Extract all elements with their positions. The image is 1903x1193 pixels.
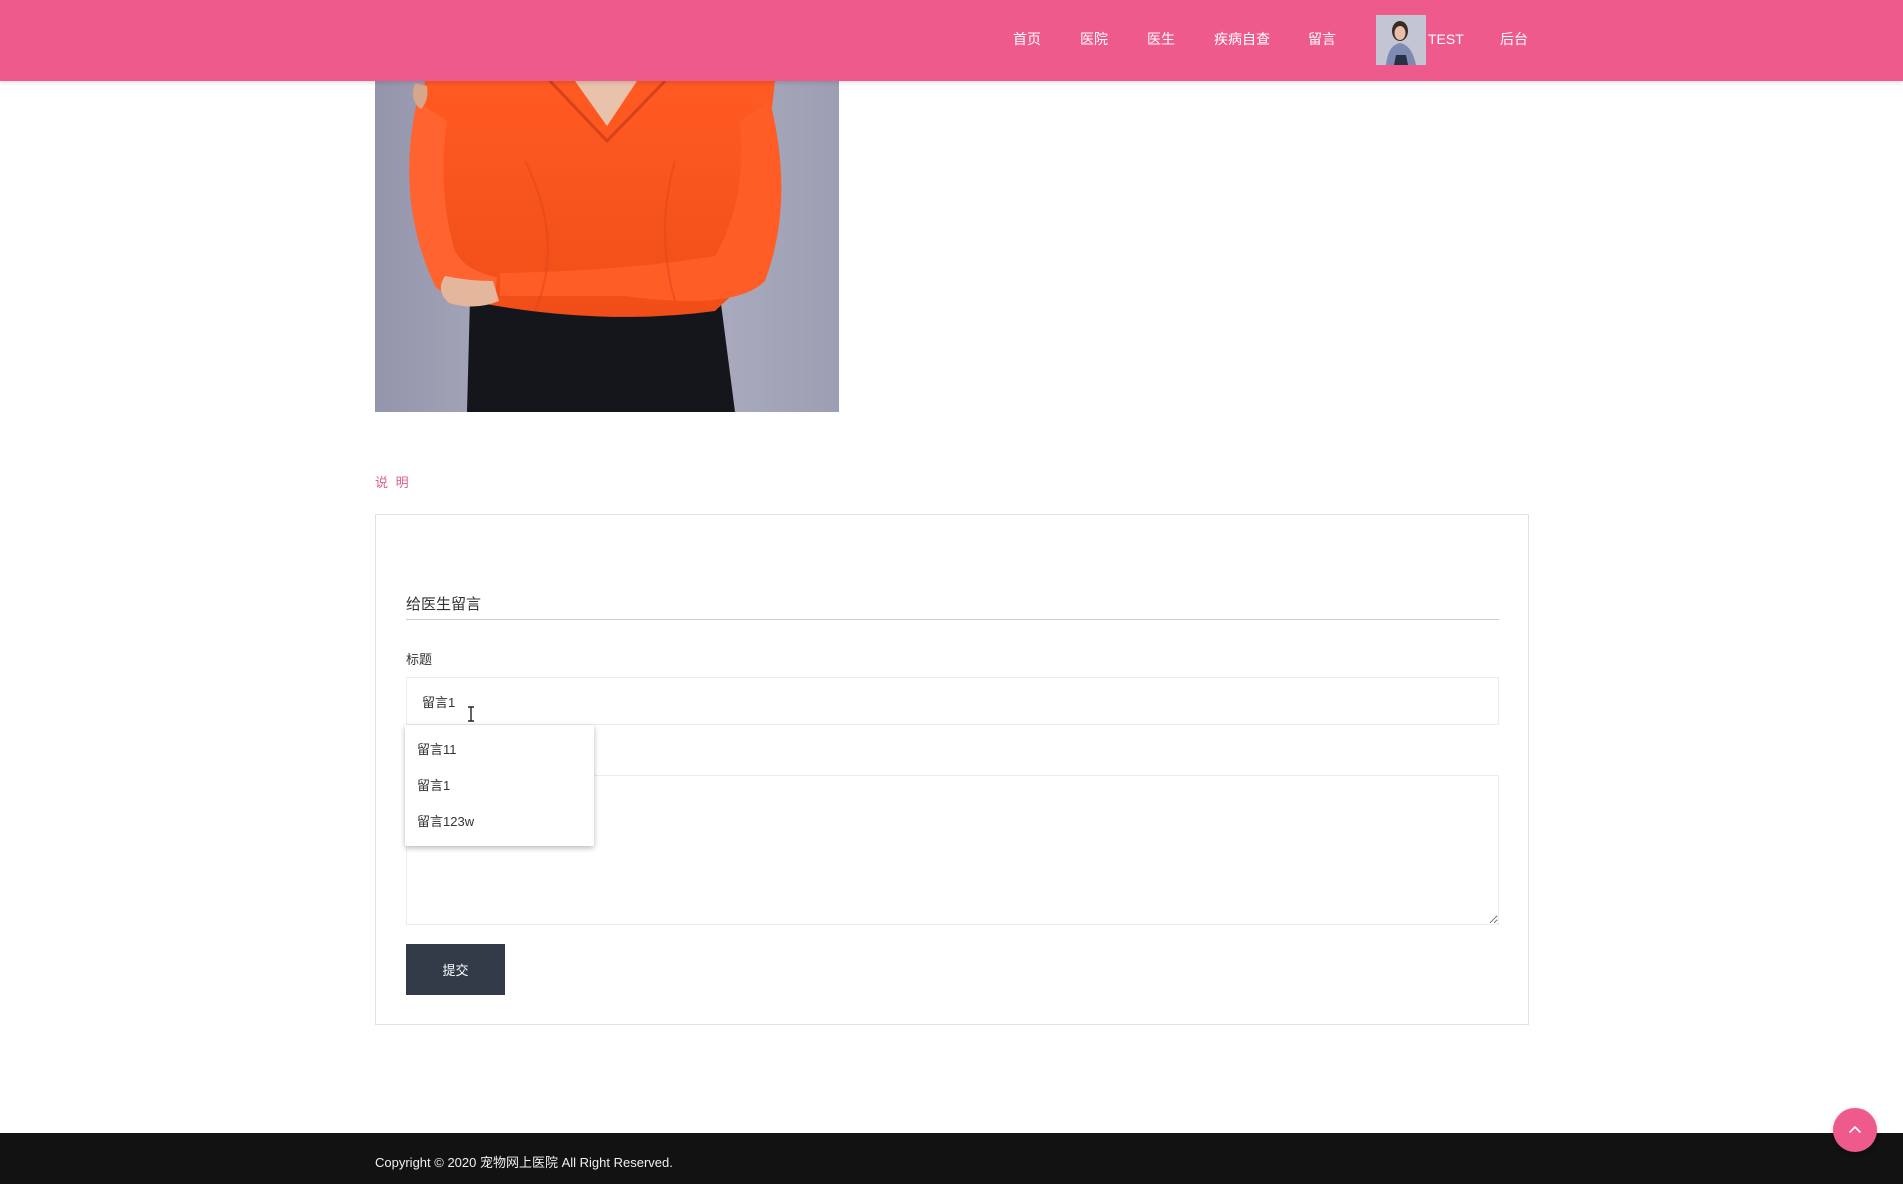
submit-button[interactable]: 提交 xyxy=(406,944,505,995)
autocomplete-dropdown: 留言11 留言1 留言123w xyxy=(405,725,594,846)
autocomplete-option[interactable]: 留言11 xyxy=(405,733,594,769)
back-to-top-button[interactable] xyxy=(1833,1108,1877,1152)
nav-item-self-check[interactable]: 疾病自查 xyxy=(1214,0,1270,81)
nav-item-hospital[interactable]: 医院 xyxy=(1080,0,1108,81)
site-header: 首页 医院 医生 疾病自查 留言 TEST 后台 xyxy=(0,0,1903,81)
nav-item-home[interactable]: 首页 xyxy=(1013,0,1041,81)
chevron-up-icon xyxy=(1849,1126,1861,1133)
site-footer: Copyright © 2020 宠物网上医院 All Right Reserv… xyxy=(0,1133,1903,1184)
i-beam-cursor-icon xyxy=(466,706,474,722)
avatar-portrait-image xyxy=(1376,15,1426,65)
user-avatar[interactable] xyxy=(1376,15,1426,65)
user-name[interactable]: TEST xyxy=(1428,0,1464,81)
nav-item-messages[interactable]: 留言 xyxy=(1308,0,1336,81)
doctor-photo-image xyxy=(375,81,839,412)
title-input[interactable] xyxy=(406,677,1499,725)
autocomplete-option[interactable]: 留言123w xyxy=(405,805,594,841)
title-field-label: 标题 xyxy=(406,652,433,667)
section-label-description: 说 明 xyxy=(375,475,411,490)
nav-item-doctor[interactable]: 医生 xyxy=(1147,0,1175,81)
doctor-photo xyxy=(375,81,839,412)
autocomplete-option[interactable]: 留言1 xyxy=(405,769,594,805)
nav-item-admin[interactable]: 后台 xyxy=(1500,0,1528,81)
footer-copyright: Copyright © 2020 宠物网上医院 All Right Reserv… xyxy=(375,1155,673,1170)
form-title: 给医生留言 xyxy=(406,596,482,613)
form-title-divider xyxy=(406,619,1499,620)
